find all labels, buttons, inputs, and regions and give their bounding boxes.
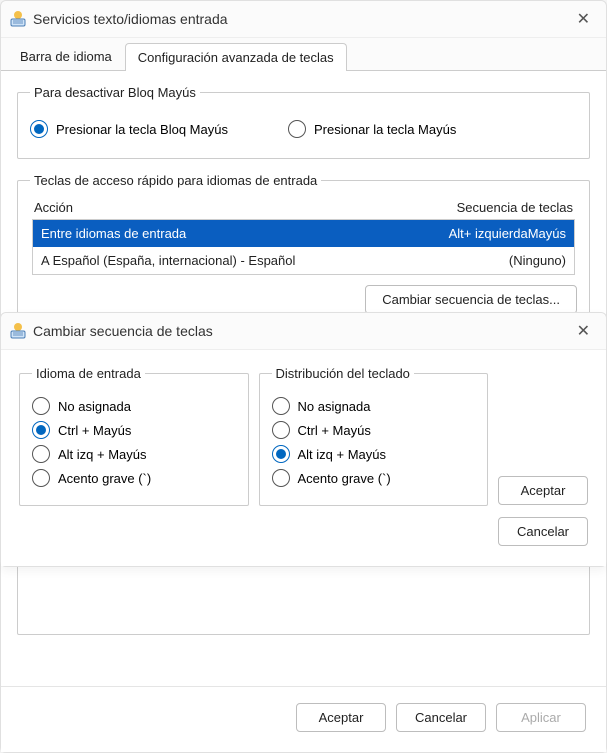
keyboard-layout-group: Distribución del teclado No asignada Ctr… — [259, 366, 489, 506]
main-title: Servicios texto/idiomas entrada — [33, 11, 571, 27]
tab-advanced-keys[interactable]: Configuración avanzada de teclas — [125, 43, 347, 71]
radio-layout-grave[interactable]: Acento grave (`) — [272, 469, 476, 487]
ok-button[interactable]: Aceptar — [296, 703, 386, 732]
radio-input-ctrl-shift[interactable]: Ctrl + Mayús — [32, 421, 236, 439]
radio-label: Presionar la tecla Bloq Mayús — [56, 122, 228, 137]
hotkey-header: Acción Secuencia de teclas — [30, 198, 577, 219]
radio-label: Ctrl + Mayús — [58, 423, 131, 438]
radio-icon — [272, 469, 290, 487]
radio-label: Alt izq + Mayús — [58, 447, 147, 462]
col-sequence: Secuencia de teclas — [457, 200, 573, 215]
radio-icon — [272, 421, 290, 439]
hotkey-row[interactable]: Entre idiomas de entrada Alt+ izquierdaM… — [33, 220, 574, 247]
sub-ok-button[interactable]: Aceptar — [498, 476, 588, 505]
radio-input-alt-shift[interactable]: Alt izq + Mayús — [32, 445, 236, 463]
sub-cancel-button[interactable]: Cancelar — [498, 517, 588, 546]
radio-press-capslock[interactable]: Presionar la tecla Bloq Mayús — [30, 120, 228, 138]
radio-icon — [32, 469, 50, 487]
cancel-button[interactable]: Cancelar — [396, 703, 486, 732]
radio-icon — [32, 445, 50, 463]
main-titlebar: Servicios texto/idiomas entrada ✕ — [1, 1, 606, 38]
radio-label: Presionar la tecla Mayús — [314, 122, 456, 137]
hotkey-seq: (Ninguno) — [509, 253, 566, 268]
radio-layout-alt-shift[interactable]: Alt izq + Mayús — [272, 445, 476, 463]
caps-lock-group: Para desactivar Bloq Mayús Presionar la … — [17, 85, 590, 159]
input-language-legend: Idioma de entrada — [32, 366, 145, 381]
tab-language-bar[interactable]: Barra de idioma — [7, 42, 125, 70]
keyboard-layout-legend: Distribución del teclado — [272, 366, 414, 381]
col-action: Acción — [34, 200, 457, 215]
radio-icon — [288, 120, 306, 138]
radio-layout-none[interactable]: No asignada — [272, 397, 476, 415]
hotkey-action: A Español (España, internacional) - Espa… — [41, 253, 509, 268]
radio-icon — [272, 445, 290, 463]
radio-label: No asignada — [298, 399, 371, 414]
hotkey-row[interactable]: A Español (España, internacional) - Espa… — [33, 247, 574, 274]
radio-icon — [272, 397, 290, 415]
tabs: Barra de idioma Configuración avanzada d… — [1, 38, 606, 71]
hotkey-list: Entre idiomas de entrada Alt+ izquierdaM… — [32, 219, 575, 275]
radio-icon — [30, 120, 48, 138]
caps-lock-legend: Para desactivar Bloq Mayús — [30, 85, 200, 100]
radio-layout-ctrl-shift[interactable]: Ctrl + Mayús — [272, 421, 476, 439]
hotkey-seq: Alt+ izquierdaMayús — [449, 226, 566, 241]
radio-label: Acento grave (`) — [58, 471, 151, 486]
hotkey-action: Entre idiomas de entrada — [41, 226, 449, 241]
radio-input-none[interactable]: No asignada — [32, 397, 236, 415]
close-icon[interactable]: ✕ — [571, 7, 596, 31]
radio-label: Alt izq + Mayús — [298, 447, 387, 462]
input-language-group: Idioma de entrada No asignada Ctrl + May… — [19, 366, 249, 506]
radio-label: Acento grave (`) — [298, 471, 391, 486]
radio-label: No asignada — [58, 399, 131, 414]
close-icon[interactable]: ✕ — [571, 319, 596, 343]
radio-icon — [32, 421, 50, 439]
sub-titlebar: Cambiar secuencia de teclas ✕ — [1, 313, 606, 350]
radio-label: Ctrl + Mayús — [298, 423, 371, 438]
radio-input-grave[interactable]: Acento grave (`) — [32, 469, 236, 487]
sub-title: Cambiar secuencia de teclas — [33, 323, 571, 339]
keyboard-icon — [9, 10, 27, 28]
keyboard-icon — [9, 322, 27, 340]
change-key-sequence-button[interactable]: Cambiar secuencia de teclas... — [365, 285, 577, 314]
apply-button[interactable]: Aplicar — [496, 703, 586, 732]
radio-icon — [32, 397, 50, 415]
radio-press-shift[interactable]: Presionar la tecla Mayús — [288, 120, 456, 138]
hotkeys-legend: Teclas de acceso rápido para idiomas de … — [30, 173, 321, 188]
